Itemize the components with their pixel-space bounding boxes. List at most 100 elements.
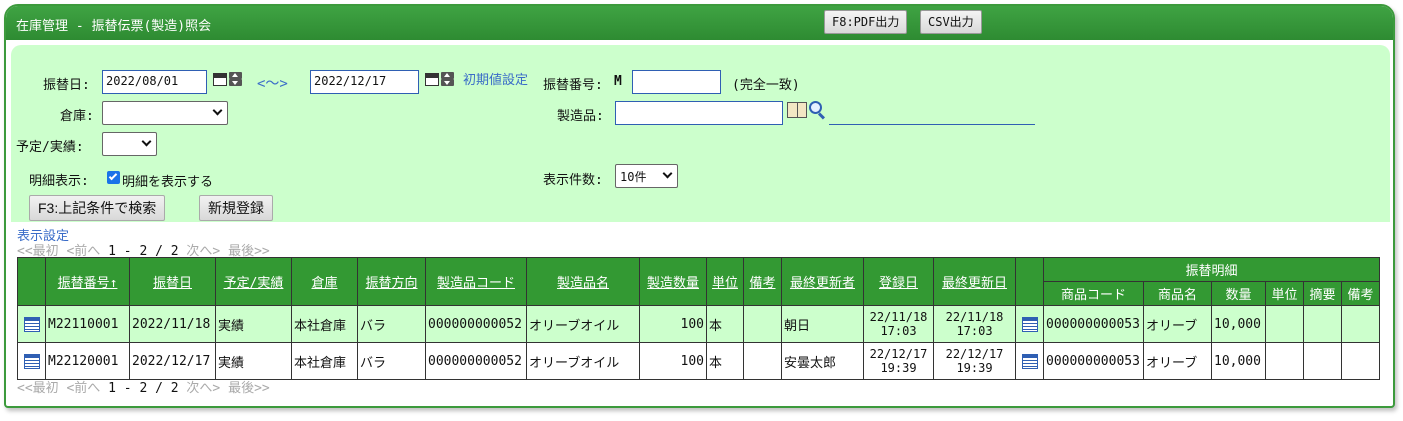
reg-date: 22/12/17 [869,347,928,361]
pager-prev: <前へ [66,381,101,396]
header-warehouse[interactable]: 倉庫 [291,257,358,306]
cell-slip-no: M22120001 [45,342,130,380]
header-note-label: 備考 [749,276,776,291]
slip-detail-icon[interactable] [23,316,40,332]
table-row: M22110001 2022/11/18 実績 本社倉庫 バラ 00000000… [17,305,1380,343]
cell-qty: 100 [639,305,707,343]
header-direction[interactable]: 振替方向 [357,257,426,306]
detail-checkbox[interactable] [107,171,120,184]
search-button[interactable]: F3:上記条件で検索 [29,195,166,221]
cell-unit: 本 [706,305,744,343]
header-upd-date-label: 最終更新日 [941,276,1007,291]
calendar-icon[interactable] [213,73,227,86]
detail-item-icon[interactable] [1021,353,1038,369]
header-unit-label: 単位 [711,276,738,291]
upd-time: 19:39 [956,361,993,375]
search-panel: 振替日: 2022/08/01 <～> 2022/12/17 初期値設定 振替番… [11,45,1390,222]
search-icon[interactable] [809,101,826,120]
header-detail-qty: 数量 [1211,281,1266,306]
cell-unit: 本 [706,342,744,380]
product-label: 製造品: [557,109,604,124]
cell-note [743,342,782,380]
pager-last: 最後>> [228,381,270,396]
header-warehouse-label: 倉庫 [311,276,338,291]
chevron-down-icon [212,105,223,116]
exact-match-note: (完全一致) [732,78,800,93]
upd-time: 17:03 [956,324,993,338]
reg-date: 22/11/18 [869,310,928,324]
pager-first: <<最初 [17,381,59,396]
cell-direction: バラ [357,305,426,343]
cell-detail-name: オリーブ [1143,342,1212,380]
plan-actual-select[interactable] [102,132,157,156]
pager-range: 1 - 2 / 2 [108,381,179,396]
header-product-name[interactable]: 製造品名 [526,257,640,306]
cell-date: 2022/12/17 [129,342,216,380]
chevron-down-icon [141,136,152,147]
book-icon[interactable] [787,102,807,118]
display-count-select[interactable]: 10件 [615,164,678,188]
row-open-cell [17,305,46,343]
header-detail-group: 振替明細 [1043,257,1380,282]
header-detail-code: 商品コード [1043,281,1144,306]
header-date[interactable]: 振替日 [129,257,216,306]
header-slip-no[interactable]: 振替番号↑ [45,257,130,306]
slip-number-label: 振替番号: [543,78,603,93]
header-note[interactable]: 備考 [743,257,782,306]
date-to-input[interactable]: 2022/12/17 [310,70,419,94]
cell-plan: 実績 [215,342,292,380]
upd-date: 22/11/18 [945,310,1004,324]
header-updater-label: 最終更新者 [789,276,855,291]
header-product-code[interactable]: 製造品コード [425,257,527,306]
display-count-select-value: 10件 [620,170,647,184]
header-direction-label: 振替方向 [365,276,418,291]
detail-open-cell [1015,342,1044,380]
header-slip-no-label: 振替番号↑ [57,276,118,291]
date-spinner-icon[interactable] [441,72,454,86]
window-frame: 在庫管理 - 振替伝票(製造)照会 F8:PDF出力 CSV出力 振替日: 20… [4,4,1395,408]
new-registration-button[interactable]: 新規登録 [199,195,273,221]
calendar-icon[interactable] [425,73,439,86]
date-from-input[interactable]: 2022/08/01 [102,70,207,94]
cell-reg-date: 22/11/18 17:03 [863,305,934,343]
cell-detail-unit [1265,342,1304,380]
reg-time: 19:39 [880,361,917,375]
cell-detail-note [1341,305,1380,343]
chevron-down-icon [662,168,673,179]
cell-product-code: 000000000052 [425,305,527,343]
pdf-output-button[interactable]: F8:PDF出力 [824,10,908,34]
detail-checkbox-label: 明細を表示する [122,175,214,190]
detail-open-cell [1015,305,1044,343]
reset-defaults-link[interactable]: 初期値設定 [463,69,528,88]
pager-next: 次へ> [186,381,221,396]
cell-updater: 朝日 [781,305,864,343]
csv-output-button[interactable]: CSV出力 [920,10,982,34]
header-detail-summary: 摘要 [1303,281,1342,306]
header-product-name-label: 製造品名 [556,276,609,291]
window-title: 在庫管理 - 振替伝票(製造)照会 [16,19,212,34]
date-spinner-icon[interactable] [229,72,242,86]
title-bar: 在庫管理 - 振替伝票(製造)照会 F8:PDF出力 CSV出力 [6,6,1393,40]
cell-detail-qty: 10,000 [1211,342,1266,380]
warehouse-select[interactable] [102,101,228,125]
cell-detail-qty: 10,000 [1211,305,1266,343]
header-unit[interactable]: 単位 [706,257,744,306]
product-input[interactable] [615,101,783,125]
cell-detail-note [1341,342,1380,380]
slip-detail-icon[interactable] [23,353,40,369]
header-updater[interactable]: 最終更新者 [781,257,864,306]
header-qty[interactable]: 製造数量 [639,257,707,306]
detail-item-icon[interactable] [1021,316,1038,332]
header-detail-name: 商品名 [1143,281,1212,306]
upd-date: 22/12/17 [945,347,1004,361]
detail-display-label: 明細表示: [29,174,89,189]
display-count-label: 表示件数: [543,173,603,188]
header-upd-date[interactable]: 最終更新日 [933,257,1016,306]
header-plan[interactable]: 予定/実績 [215,257,292,306]
cell-detail-name: オリーブ [1143,305,1212,343]
cell-upd-date: 22/11/18 17:03 [933,305,1016,343]
header-plan-label: 予定/実績 [223,276,284,291]
header-reg-date[interactable]: 登録日 [863,257,934,306]
slip-number-input[interactable] [632,70,721,94]
cell-warehouse: 本社倉庫 [291,305,358,343]
